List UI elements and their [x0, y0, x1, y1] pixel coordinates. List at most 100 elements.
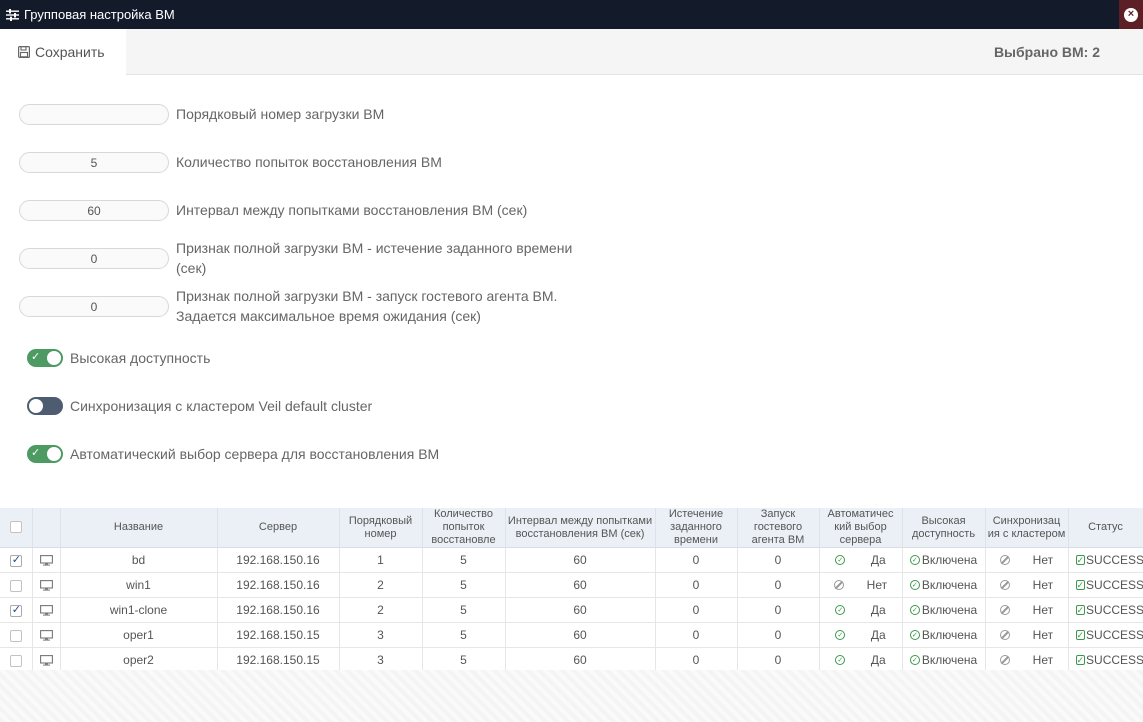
- vm-status: SUCCESS: [1086, 653, 1143, 667]
- check-square-icon: ✓: [1075, 654, 1086, 665]
- restore-attempts-input[interactable]: [19, 152, 169, 173]
- vm-icon-cell: [32, 572, 61, 598]
- table-row[interactable]: oper1 192.168.150.15 3 5 60 0 0 ✓ Да ✓ Включена Нет…: [0, 622, 1143, 648]
- table-row[interactable]: oper2 192.168.150.15 3 5 60 0 0 ✓ Да ✓ Включена Нет…: [0, 647, 1143, 673]
- check-circle-icon: ✓: [909, 630, 920, 640]
- header-agent[interactable]: Запуск гостевого агента ВМ: [737, 508, 820, 548]
- header-interval[interactable]: Интервал между попытками восстановления …: [505, 508, 656, 548]
- header-auto[interactable]: Автоматичес кий выбор сервера: [819, 508, 903, 548]
- header-status[interactable]: Статус: [1068, 508, 1143, 548]
- window-titlebar: Групповая настройка ВМ ×: [0, 0, 1143, 29]
- vm-icon-cell: [32, 597, 61, 623]
- vm-icon-cell: [32, 647, 61, 673]
- vm-ha-cell: ✓ Включена: [902, 572, 986, 598]
- vm-agent: 0: [737, 572, 820, 598]
- header-attempts[interactable]: Количество попыток восстановле: [422, 508, 506, 548]
- header-name[interactable]: Название: [60, 508, 218, 548]
- vm-attempts: 5: [422, 622, 506, 648]
- check-circle-icon: ✓: [909, 555, 920, 565]
- vm-name[interactable]: win1-clone: [60, 597, 218, 623]
- restore-interval-input[interactable]: [19, 200, 169, 221]
- vm-sync-cell: Нет: [985, 647, 1069, 673]
- select-all-checkbox[interactable]: [9, 521, 22, 534]
- vm-timeout: 0: [655, 547, 738, 573]
- header-order[interactable]: Порядковый номер: [339, 508, 423, 548]
- vm-status: SUCCESS: [1086, 628, 1143, 642]
- vm-auto-cell: ✓ Да: [819, 547, 903, 573]
- vm-order: 1: [339, 547, 423, 573]
- icon-header: [32, 508, 61, 548]
- vm-ha: Включена: [921, 628, 978, 642]
- vm-sync-cell: Нет: [985, 547, 1069, 573]
- check-icon: ✓: [31, 447, 41, 459]
- boot-order-input[interactable]: [19, 104, 169, 125]
- header-server[interactable]: Сервер: [217, 508, 340, 548]
- vm-status-cell: ✓ SUCCESS: [1068, 622, 1143, 648]
- cluster-sync-row: Синхронизация с кластером Veil default c…: [27, 397, 372, 415]
- vm-agent: 0: [737, 647, 820, 673]
- row-checkbox[interactable]: [9, 629, 22, 642]
- monitor-icon: [39, 605, 53, 616]
- vm-name[interactable]: oper1: [60, 622, 218, 648]
- vm-timeout: 0: [655, 572, 738, 598]
- boot-timeout-input[interactable]: [19, 248, 169, 269]
- check-circle-icon: ✓: [835, 655, 846, 665]
- auto-server-toggle[interactable]: ✓: [27, 445, 63, 463]
- vm-interval: 60: [505, 597, 656, 623]
- vm-order: 2: [339, 572, 423, 598]
- close-button[interactable]: ×: [1119, 0, 1143, 29]
- check-icon: ✓: [31, 351, 41, 363]
- vm-name[interactable]: win1: [60, 572, 218, 598]
- vm-name[interactable]: bd: [60, 547, 218, 573]
- vm-sync-cell: Нет: [985, 597, 1069, 623]
- check-circle-icon: ✓: [835, 630, 846, 640]
- ban-icon: [999, 605, 1010, 615]
- vm-status: SUCCESS: [1086, 578, 1143, 592]
- row-select-cell: [0, 572, 33, 598]
- agent-timeout-field-wrap: [19, 296, 169, 317]
- cluster-sync-toggle[interactable]: [27, 397, 63, 415]
- agent-timeout-label-line1: Признак полной загрузки ВМ - запуск гост…: [176, 288, 558, 304]
- vm-auto: Да: [870, 603, 886, 617]
- row-checkbox[interactable]: [9, 579, 22, 592]
- floppy-disk-icon: [18, 46, 30, 58]
- row-checkbox[interactable]: [9, 553, 22, 567]
- vm-sync: Нет: [1032, 578, 1054, 592]
- vm-sync-cell: Нет: [985, 572, 1069, 598]
- vm-server: 192.168.150.16: [217, 597, 340, 623]
- save-button-label: Сохранить: [35, 44, 105, 60]
- vm-interval: 60: [505, 547, 656, 573]
- header-timeout[interactable]: Истечение заданного времени: [655, 508, 738, 548]
- vm-auto: Да: [870, 553, 886, 567]
- restore-attempts-field-wrap: [19, 152, 169, 173]
- row-checkbox[interactable]: [9, 654, 22, 667]
- vm-auto-cell: Нет: [819, 572, 903, 598]
- save-button[interactable]: Сохранить: [0, 29, 126, 75]
- check-square-icon: ✓: [1075, 604, 1086, 615]
- vm-icon-cell: [32, 547, 61, 573]
- vm-server: 192.168.150.16: [217, 547, 340, 573]
- vm-sync: Нет: [1032, 628, 1054, 642]
- vm-ha: Включена: [921, 603, 978, 617]
- vm-agent: 0: [737, 547, 820, 573]
- table-row[interactable]: win1-clone192.168.150.16256000✓Да✓Включе…: [0, 597, 1143, 623]
- table-row[interactable]: bd192.168.150.16156000✓Да✓ВключенаНет✓SU…: [0, 547, 1143, 573]
- vm-auto-cell: ✓ Да: [819, 622, 903, 648]
- boot-timeout-label: Признак полной загрузки ВМ - истечение з…: [176, 238, 572, 278]
- boot-timeout-field-wrap: [19, 248, 169, 269]
- check-circle-icon: ✓: [909, 605, 920, 615]
- vm-ha-cell: ✓ Включена: [902, 622, 986, 648]
- table-row[interactable]: win1 192.168.150.16 2 5 60 0 0 Нет ✓ Включена Нет ✓…: [0, 572, 1143, 598]
- vm-attempts: 5: [422, 547, 506, 573]
- high-availability-toggle[interactable]: ✓: [27, 349, 63, 367]
- vm-server: 192.168.150.15: [217, 622, 340, 648]
- row-select-cell: [0, 597, 33, 623]
- header-sync[interactable]: Синхронизац ия с кластером: [985, 508, 1069, 548]
- header-ha[interactable]: Высокая доступность: [902, 508, 986, 548]
- boot-order-label: Порядковый номер загрузки ВМ: [176, 106, 385, 122]
- row-checkbox[interactable]: [9, 603, 22, 617]
- vm-attempts: 5: [422, 597, 506, 623]
- agent-timeout-input[interactable]: [19, 296, 169, 317]
- vm-name[interactable]: oper2: [60, 647, 218, 673]
- window-title: Групповая настройка ВМ: [24, 7, 175, 22]
